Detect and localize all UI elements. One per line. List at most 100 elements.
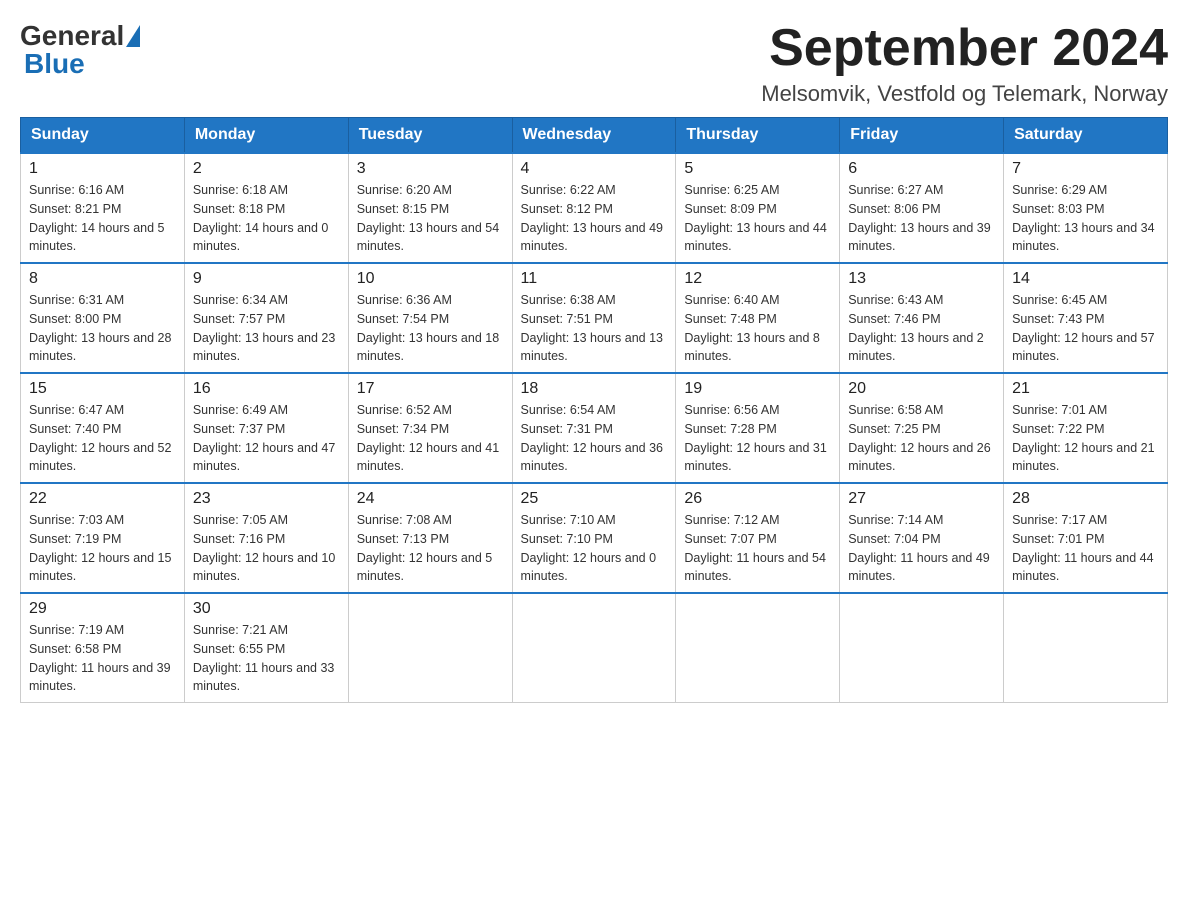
daylight-label: Daylight: 13 hours and 13 minutes. xyxy=(521,331,663,364)
weekday-header-wednesday: Wednesday xyxy=(512,118,676,154)
day-number: 29 xyxy=(29,600,176,618)
day-info: Sunrise: 7:12 AM Sunset: 7:07 PM Dayligh… xyxy=(684,511,831,586)
daylight-label: Daylight: 13 hours and 54 minutes. xyxy=(357,221,499,254)
day-number: 5 xyxy=(684,160,831,178)
sunrise-label: Sunrise: 6:56 AM xyxy=(684,403,779,417)
day-number: 24 xyxy=(357,490,504,508)
empty-cell xyxy=(840,593,1004,703)
sunset-label: Sunset: 7:04 PM xyxy=(848,532,940,546)
sunset-label: Sunset: 7:40 PM xyxy=(29,422,121,436)
sunrise-label: Sunrise: 6:25 AM xyxy=(684,183,779,197)
daylight-label: Daylight: 12 hours and 36 minutes. xyxy=(521,441,663,474)
day-info: Sunrise: 7:19 AM Sunset: 6:58 PM Dayligh… xyxy=(29,621,176,696)
sunset-label: Sunset: 7:07 PM xyxy=(684,532,776,546)
day-info: Sunrise: 6:47 AM Sunset: 7:40 PM Dayligh… xyxy=(29,401,176,476)
daylight-label: Daylight: 13 hours and 28 minutes. xyxy=(29,331,171,364)
sunset-label: Sunset: 7:22 PM xyxy=(1012,422,1104,436)
sunrise-label: Sunrise: 7:03 AM xyxy=(29,513,124,527)
sunset-label: Sunset: 7:54 PM xyxy=(357,312,449,326)
sunrise-label: Sunrise: 6:20 AM xyxy=(357,183,452,197)
day-cell-11: 11 Sunrise: 6:38 AM Sunset: 7:51 PM Dayl… xyxy=(512,263,676,373)
sunrise-label: Sunrise: 7:14 AM xyxy=(848,513,943,527)
day-info: Sunrise: 6:29 AM Sunset: 8:03 PM Dayligh… xyxy=(1012,181,1159,256)
sunset-label: Sunset: 7:43 PM xyxy=(1012,312,1104,326)
daylight-label: Daylight: 12 hours and 31 minutes. xyxy=(684,441,826,474)
sunset-label: Sunset: 6:58 PM xyxy=(29,642,121,656)
day-info: Sunrise: 6:27 AM Sunset: 8:06 PM Dayligh… xyxy=(848,181,995,256)
day-cell-5: 5 Sunrise: 6:25 AM Sunset: 8:09 PM Dayli… xyxy=(676,153,840,263)
day-number: 28 xyxy=(1012,490,1159,508)
sunrise-label: Sunrise: 7:21 AM xyxy=(193,623,288,637)
sunset-label: Sunset: 8:18 PM xyxy=(193,202,285,216)
day-info: Sunrise: 7:01 AM Sunset: 7:22 PM Dayligh… xyxy=(1012,401,1159,476)
day-cell-15: 15 Sunrise: 6:47 AM Sunset: 7:40 PM Dayl… xyxy=(21,373,185,483)
day-number: 20 xyxy=(848,380,995,398)
day-number: 12 xyxy=(684,270,831,288)
daylight-label: Daylight: 11 hours and 33 minutes. xyxy=(193,661,335,694)
weekday-header-friday: Friday xyxy=(840,118,1004,154)
day-number: 21 xyxy=(1012,380,1159,398)
day-cell-28: 28 Sunrise: 7:17 AM Sunset: 7:01 PM Dayl… xyxy=(1004,483,1168,593)
sunrise-label: Sunrise: 7:08 AM xyxy=(357,513,452,527)
sunrise-label: Sunrise: 6:58 AM xyxy=(848,403,943,417)
weekday-header-saturday: Saturday xyxy=(1004,118,1168,154)
day-number: 18 xyxy=(521,380,668,398)
sunset-label: Sunset: 7:51 PM xyxy=(521,312,613,326)
day-number: 6 xyxy=(848,160,995,178)
day-info: Sunrise: 6:49 AM Sunset: 7:37 PM Dayligh… xyxy=(193,401,340,476)
sunrise-label: Sunrise: 6:18 AM xyxy=(193,183,288,197)
sunset-label: Sunset: 7:57 PM xyxy=(193,312,285,326)
day-number: 14 xyxy=(1012,270,1159,288)
sunrise-label: Sunrise: 6:54 AM xyxy=(521,403,616,417)
day-info: Sunrise: 6:52 AM Sunset: 7:34 PM Dayligh… xyxy=(357,401,504,476)
week-row-1: 1 Sunrise: 6:16 AM Sunset: 8:21 PM Dayli… xyxy=(21,153,1168,263)
day-info: Sunrise: 6:36 AM Sunset: 7:54 PM Dayligh… xyxy=(357,291,504,366)
weekday-header-row: SundayMondayTuesdayWednesdayThursdayFrid… xyxy=(21,118,1168,154)
sunrise-label: Sunrise: 6:22 AM xyxy=(521,183,616,197)
day-number: 22 xyxy=(29,490,176,508)
day-cell-6: 6 Sunrise: 6:27 AM Sunset: 8:06 PM Dayli… xyxy=(840,153,1004,263)
daylight-label: Daylight: 12 hours and 5 minutes. xyxy=(357,551,493,584)
day-number: 13 xyxy=(848,270,995,288)
day-cell-3: 3 Sunrise: 6:20 AM Sunset: 8:15 PM Dayli… xyxy=(348,153,512,263)
day-number: 8 xyxy=(29,270,176,288)
daylight-label: Daylight: 12 hours and 26 minutes. xyxy=(848,441,990,474)
empty-cell xyxy=(348,593,512,703)
week-row-2: 8 Sunrise: 6:31 AM Sunset: 8:00 PM Dayli… xyxy=(21,263,1168,373)
sunrise-label: Sunrise: 6:16 AM xyxy=(29,183,124,197)
daylight-label: Daylight: 14 hours and 0 minutes. xyxy=(193,221,329,254)
sunset-label: Sunset: 7:01 PM xyxy=(1012,532,1104,546)
weekday-header-monday: Monday xyxy=(184,118,348,154)
daylight-label: Daylight: 12 hours and 0 minutes. xyxy=(521,551,657,584)
empty-cell xyxy=(512,593,676,703)
daylight-label: Daylight: 11 hours and 54 minutes. xyxy=(684,551,826,584)
daylight-label: Daylight: 12 hours and 15 minutes. xyxy=(29,551,171,584)
day-cell-10: 10 Sunrise: 6:36 AM Sunset: 7:54 PM Dayl… xyxy=(348,263,512,373)
day-cell-24: 24 Sunrise: 7:08 AM Sunset: 7:13 PM Dayl… xyxy=(348,483,512,593)
daylight-label: Daylight: 12 hours and 57 minutes. xyxy=(1012,331,1154,364)
day-cell-2: 2 Sunrise: 6:18 AM Sunset: 8:18 PM Dayli… xyxy=(184,153,348,263)
sunset-label: Sunset: 7:34 PM xyxy=(357,422,449,436)
weekday-header-tuesday: Tuesday xyxy=(348,118,512,154)
sunrise-label: Sunrise: 7:10 AM xyxy=(521,513,616,527)
daylight-label: Daylight: 13 hours and 39 minutes. xyxy=(848,221,990,254)
sunrise-label: Sunrise: 7:05 AM xyxy=(193,513,288,527)
sunrise-label: Sunrise: 6:38 AM xyxy=(521,293,616,307)
sunset-label: Sunset: 8:06 PM xyxy=(848,202,940,216)
day-info: Sunrise: 6:20 AM Sunset: 8:15 PM Dayligh… xyxy=(357,181,504,256)
day-number: 26 xyxy=(684,490,831,508)
logo-area: General Blue xyxy=(20,20,142,80)
daylight-label: Daylight: 13 hours and 8 minutes. xyxy=(684,331,820,364)
sunrise-label: Sunrise: 6:29 AM xyxy=(1012,183,1107,197)
day-cell-23: 23 Sunrise: 7:05 AM Sunset: 7:16 PM Dayl… xyxy=(184,483,348,593)
day-info: Sunrise: 7:03 AM Sunset: 7:19 PM Dayligh… xyxy=(29,511,176,586)
day-info: Sunrise: 7:10 AM Sunset: 7:10 PM Dayligh… xyxy=(521,511,668,586)
sunset-label: Sunset: 7:31 PM xyxy=(521,422,613,436)
sunrise-label: Sunrise: 6:45 AM xyxy=(1012,293,1107,307)
weekday-header-thursday: Thursday xyxy=(676,118,840,154)
sunrise-label: Sunrise: 6:43 AM xyxy=(848,293,943,307)
logo-blue-text: Blue xyxy=(24,48,85,79)
day-cell-19: 19 Sunrise: 6:56 AM Sunset: 7:28 PM Dayl… xyxy=(676,373,840,483)
day-cell-20: 20 Sunrise: 6:58 AM Sunset: 7:25 PM Dayl… xyxy=(840,373,1004,483)
day-info: Sunrise: 6:43 AM Sunset: 7:46 PM Dayligh… xyxy=(848,291,995,366)
